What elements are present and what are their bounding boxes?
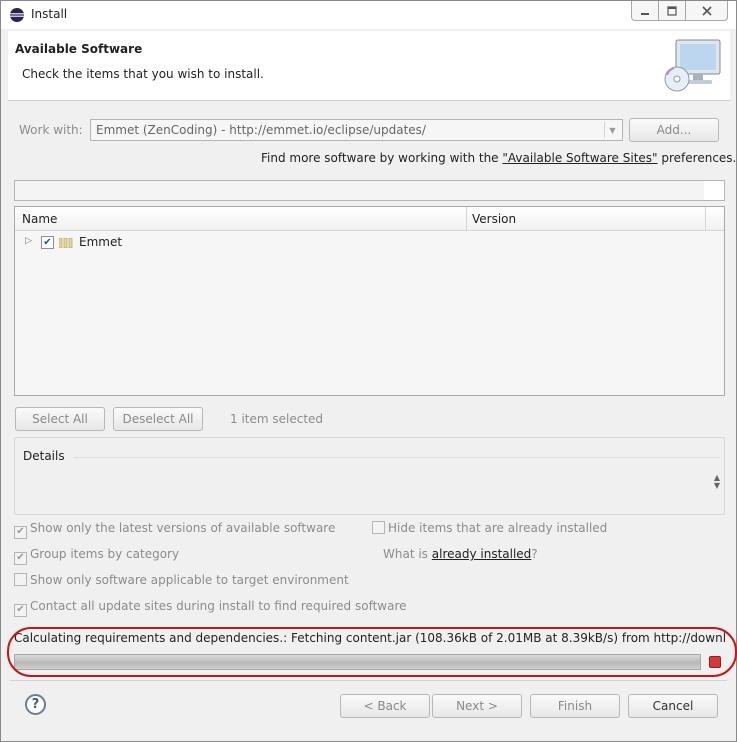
- details-group: Details ▲ ▼: [14, 437, 725, 515]
- work-with-combo[interactable]: Emmet (ZenCoding) - http://emmet.io/ecli…: [90, 119, 623, 141]
- deselect-all-button[interactable]: Deselect All: [113, 407, 203, 431]
- column-name[interactable]: Name: [22, 212, 57, 226]
- highlight-annotation: [7, 627, 737, 677]
- details-scroll-arrows-icon[interactable]: ▲ ▼: [714, 474, 720, 490]
- work-with-label: Work with:: [19, 123, 83, 137]
- checkbox-latest-versions[interactable]: ✔: [14, 525, 27, 539]
- checkbox-target-environment[interactable]: [14, 573, 27, 586]
- checkbox-group-by-category[interactable]: ✔: [14, 551, 27, 565]
- expand-arrow-icon[interactable]: ▷: [25, 236, 32, 246]
- cancel-button[interactable]: Cancel: [628, 694, 718, 718]
- maximize-icon: [667, 5, 677, 16]
- work-with-value: Emmet (ZenCoding) - http://emmet.io/ecli…: [96, 123, 426, 137]
- minimize-icon: [641, 12, 649, 15]
- add-site-button[interactable]: Add...: [629, 118, 719, 142]
- checkbox-contact-sites[interactable]: ✔: [14, 603, 27, 617]
- tree-row[interactable]: ▷ ✔ Emmet: [15, 233, 724, 253]
- monitor-cd-icon: [664, 39, 721, 92]
- next-button[interactable]: Next >: [432, 694, 522, 718]
- option-target-environment[interactable]: Show only software applicable to target …: [14, 573, 349, 587]
- row-checkbox[interactable]: ✔: [41, 236, 54, 249]
- chevron-down-icon[interactable]: ▼: [604, 122, 620, 138]
- close-button[interactable]: [686, 1, 728, 21]
- close-icon: [701, 5, 712, 16]
- column-version[interactable]: Version: [472, 212, 516, 226]
- finish-button[interactable]: Finish: [530, 694, 620, 718]
- what-is-installed-text: What is already installed?: [383, 547, 538, 561]
- maximize-button[interactable]: [659, 1, 686, 21]
- details-title: Details: [23, 449, 65, 463]
- tree-header: Name Version: [15, 207, 724, 231]
- install-dialog: Install Available Software Check the ite…: [0, 0, 737, 742]
- header-banner: Available Software Check the items that …: [8, 31, 730, 101]
- eclipse-icon: [10, 8, 24, 22]
- page-subtitle: Check the items that you wish to install…: [22, 67, 264, 81]
- minimize-button[interactable]: [631, 1, 659, 21]
- option-latest-versions[interactable]: ✔ Show only the latest versions of availa…: [14, 521, 335, 539]
- row-name: Emmet: [79, 235, 123, 249]
- available-software-sites-link[interactable]: "Available Software Sites": [502, 151, 657, 165]
- option-hide-installed[interactable]: Hide items that are already installed: [372, 521, 607, 535]
- window-title: Install: [31, 7, 68, 21]
- already-installed-link[interactable]: already installed: [432, 547, 532, 561]
- option-contact-sites[interactable]: ✔ Contact all update sites during install…: [14, 599, 407, 617]
- page-title: Available Software: [15, 42, 143, 56]
- back-button[interactable]: < Back: [340, 694, 430, 718]
- find-more-text: Find more software by working with the "…: [261, 151, 737, 165]
- package-icon: [59, 238, 73, 248]
- title-bar: Install: [1, 1, 736, 29]
- option-group-by-category[interactable]: ✔ Group items by category: [14, 547, 179, 565]
- checkbox-hide-installed[interactable]: [372, 521, 385, 534]
- filter-clear-area: [704, 181, 724, 200]
- filter-input[interactable]: [14, 180, 725, 201]
- help-icon[interactable]: ?: [25, 694, 46, 715]
- selection-count: 1 item selected: [230, 412, 324, 426]
- software-tree[interactable]: Name Version ▷ ✔ Emmet: [14, 206, 725, 396]
- select-all-button[interactable]: Select All: [15, 407, 105, 431]
